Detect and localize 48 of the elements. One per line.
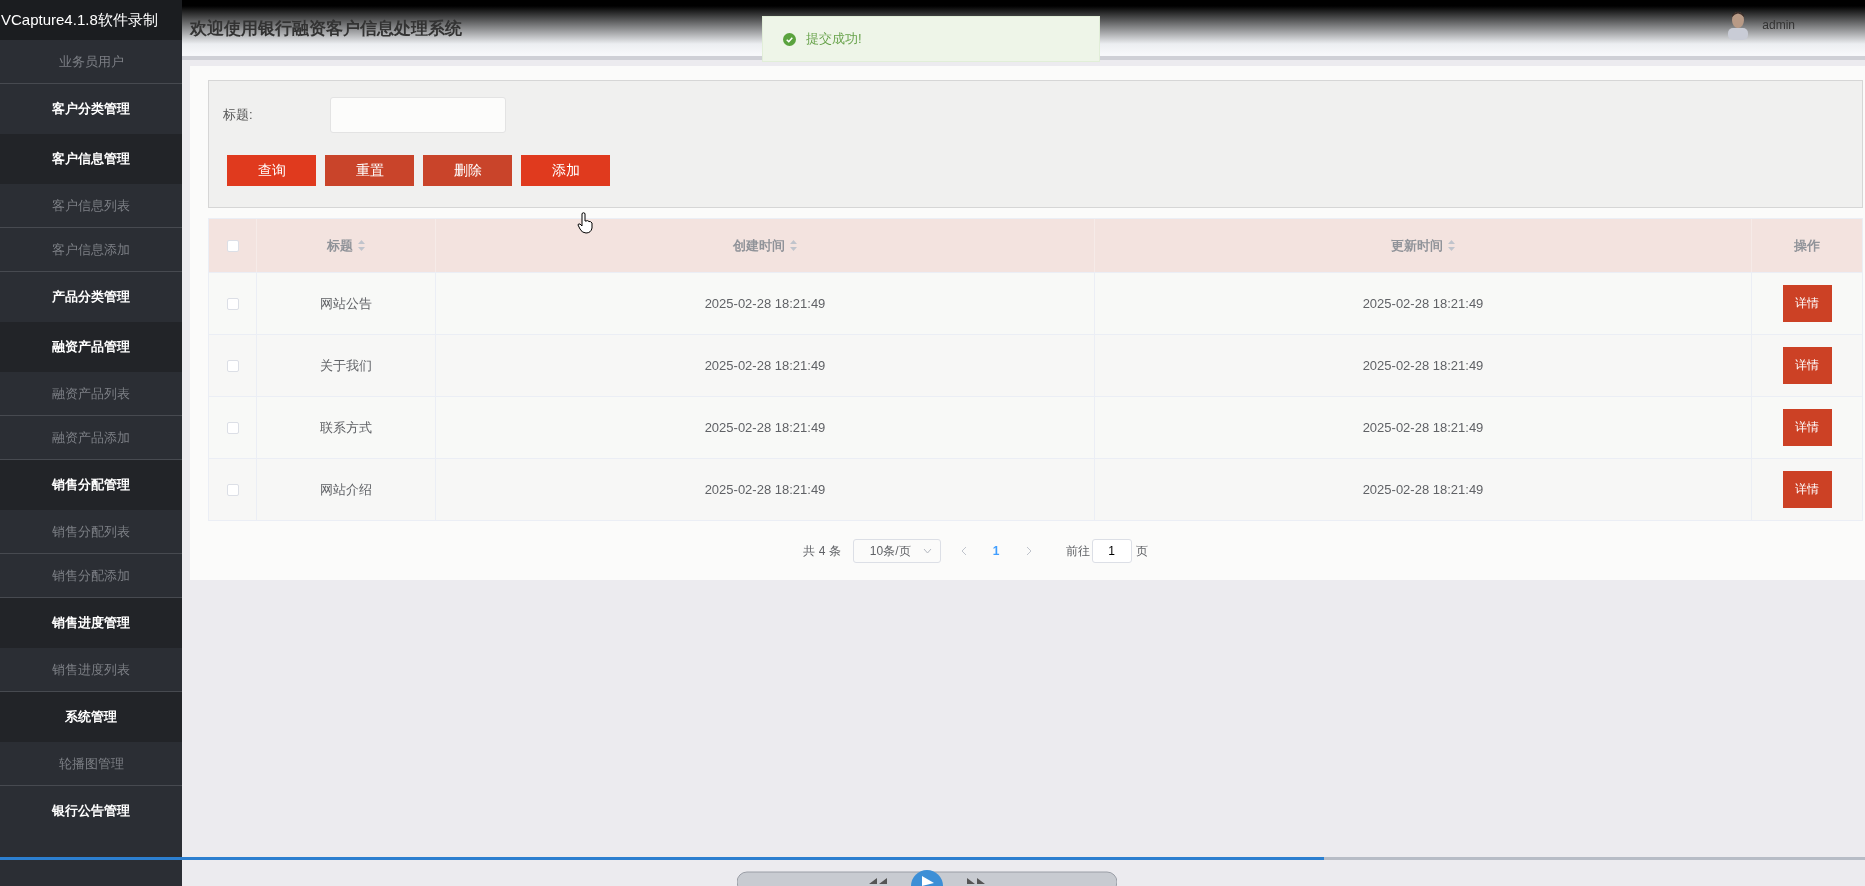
sidebar-item[interactable]: 销售分配管理	[0, 460, 182, 510]
row-checkbox[interactable]	[226, 483, 239, 496]
column-title: 创建时间	[733, 236, 785, 255]
select-all-checkbox[interactable]	[226, 239, 239, 252]
success-icon	[783, 32, 796, 46]
page-title: 欢迎使用银行融资客户信息处理系统	[190, 17, 462, 40]
table-cell: 2025-02-28 18:21:49	[436, 459, 1095, 520]
recorder-title: VCapture4.1.8软件录制	[0, 0, 182, 40]
action-button[interactable]: 添加	[521, 155, 610, 186]
column-title: 更新时间	[1391, 236, 1443, 255]
title-input[interactable]	[330, 97, 506, 133]
column-header[interactable]: 操作	[1752, 219, 1862, 272]
action-button[interactable]: 查询	[227, 155, 316, 186]
sidebar-item[interactable]: 销售进度管理	[0, 598, 182, 648]
goto-page-input[interactable]: 1	[1091, 539, 1132, 563]
next-page-icon[interactable]	[1025, 546, 1032, 556]
toast-message: 提交成功!	[806, 30, 862, 48]
sort-icon[interactable]	[1448, 240, 1455, 251]
column-title: 标题	[327, 236, 353, 255]
sidebar-item[interactable]: 客户信息管理	[0, 134, 182, 184]
column-title: 操作	[1794, 236, 1820, 255]
row-checkbox[interactable]	[226, 297, 239, 310]
previous-page-icon[interactable]	[960, 546, 967, 556]
avatar-icon[interactable]	[1726, 10, 1751, 40]
action-button[interactable]: 删除	[423, 155, 512, 186]
detail-button[interactable]: 详情	[1782, 409, 1832, 446]
sidebar-item[interactable]: 融资产品管理	[0, 322, 182, 372]
table-cell: 2025-02-28 18:21:49	[1095, 459, 1752, 520]
hand-cursor-icon	[577, 212, 593, 234]
detail-button[interactable]: 详情	[1782, 347, 1832, 384]
detail-button[interactable]: 详情	[1782, 471, 1832, 508]
action-button[interactable]: 重置	[325, 155, 414, 186]
page-suffix: 页	[1135, 542, 1148, 560]
row-checkbox[interactable]	[226, 359, 239, 372]
sort-icon[interactable]	[358, 240, 365, 251]
table-cell: 网站介绍	[257, 459, 436, 520]
title-label: 标题:	[223, 106, 254, 124]
chevron-down-icon	[922, 548, 932, 554]
page-number[interactable]: 1	[986, 544, 1006, 558]
total-count: 共 4 条	[803, 542, 841, 560]
playback-progress[interactable]	[0, 857, 1325, 860]
row-checkbox[interactable]	[226, 421, 239, 434]
detail-button[interactable]: 详情	[1782, 285, 1832, 322]
user-name: admin	[1762, 18, 1795, 32]
sort-icon[interactable]	[790, 240, 797, 251]
page-size-select[interactable]: 10条/页	[852, 539, 941, 563]
sidebar-item[interactable]: 系统管理	[0, 692, 182, 742]
goto-label: 前往	[1065, 542, 1090, 560]
